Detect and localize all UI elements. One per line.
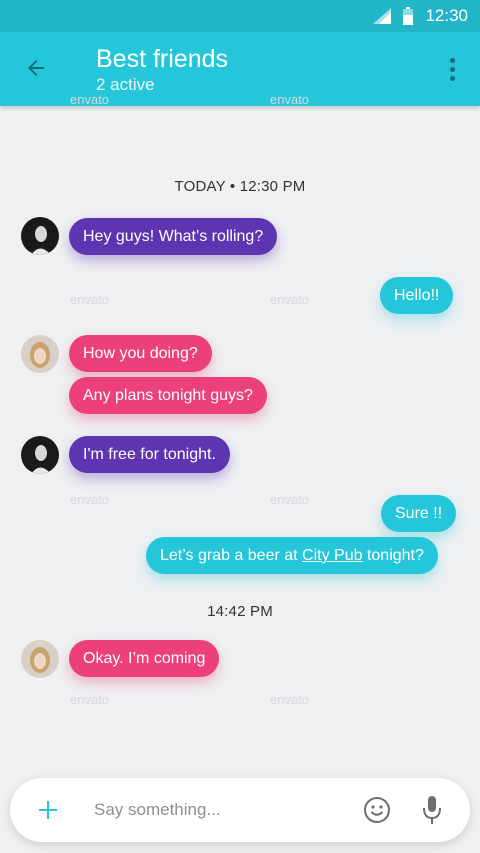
watermark: envato	[70, 292, 110, 307]
plus-icon[interactable]	[36, 798, 60, 822]
watermark: envato	[270, 292, 310, 307]
avatar-male[interactable]	[21, 217, 59, 255]
date-separator: TODAY • 12:30 PM	[174, 178, 306, 195]
watermark: envato	[70, 92, 110, 107]
back-button[interactable]	[20, 52, 52, 84]
microphone-icon[interactable]	[422, 794, 442, 826]
smiley-icon[interactable]	[363, 796, 391, 824]
time-separator: 14:42 PM	[207, 603, 273, 620]
status-time: 12:30	[425, 6, 468, 25]
status-bar: 12:30	[0, 0, 480, 32]
more-vert-icon[interactable]	[440, 54, 464, 84]
message-composer	[10, 778, 470, 842]
message-bubble: How you doing?	[69, 335, 212, 372]
battery-icon	[403, 7, 414, 25]
message-bubble: I'm free for tonight.	[69, 436, 230, 473]
message-bubble: Hey guys! What’s rolling?	[69, 218, 278, 255]
message-input[interactable]	[94, 794, 344, 826]
watermark: envato	[70, 692, 110, 707]
message-bubble-outgoing: Let’s grab a beer at City Pub tonight?	[146, 537, 438, 574]
place-link[interactable]: City Pub	[302, 547, 362, 564]
avatar-female[interactable]	[21, 335, 59, 373]
message-text: Let’s grab a beer at	[160, 547, 303, 564]
watermark: envato	[270, 492, 310, 507]
message-bubble: Any plans tonight guys?	[69, 377, 267, 414]
message-bubble: Okay. I’m coming	[69, 640, 220, 677]
arrow-left-icon	[28, 60, 44, 76]
watermark: envato	[270, 92, 310, 107]
message-bubble-outgoing: Sure !!	[381, 495, 457, 532]
watermark: envato	[270, 692, 310, 707]
conversation-title: Best friends	[96, 45, 229, 73]
avatar-female[interactable]	[21, 640, 59, 678]
watermark: envato	[70, 492, 110, 507]
avatar-male[interactable]	[21, 436, 59, 474]
signal-icon	[373, 8, 392, 24]
message-text: tonight?	[362, 547, 424, 564]
message-bubble-outgoing: Hello!!	[380, 277, 454, 314]
